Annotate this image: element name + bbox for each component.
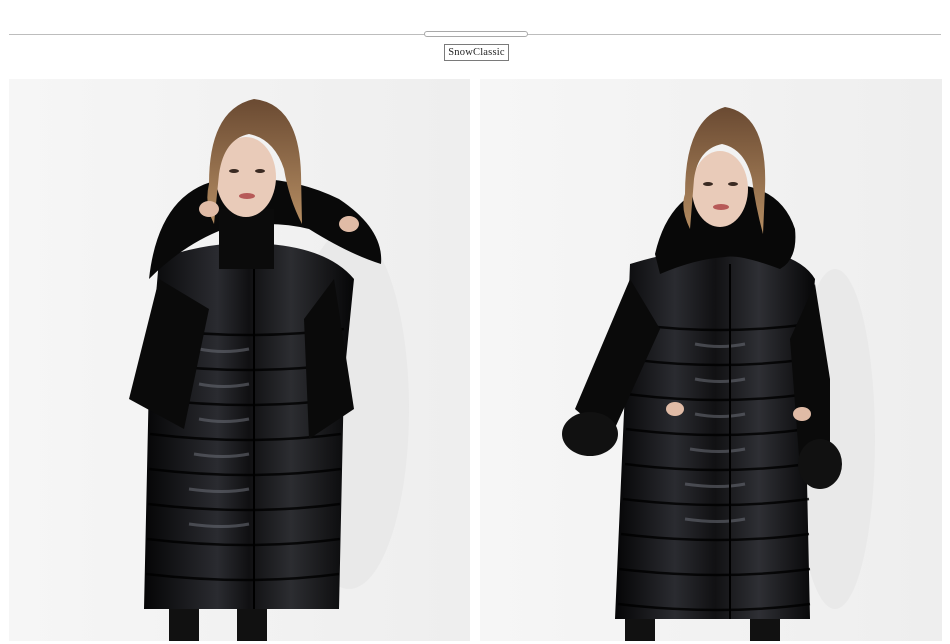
header-ornament-bar: [424, 31, 528, 37]
model-left-illustration: [9, 79, 470, 641]
brand-name: SnowClassic: [448, 47, 505, 58]
product-photo-left: [9, 79, 470, 641]
model-right-illustration: [480, 79, 942, 641]
product-photo-right: [480, 79, 942, 641]
brand-logo-box: SnowClassic: [444, 44, 509, 61]
